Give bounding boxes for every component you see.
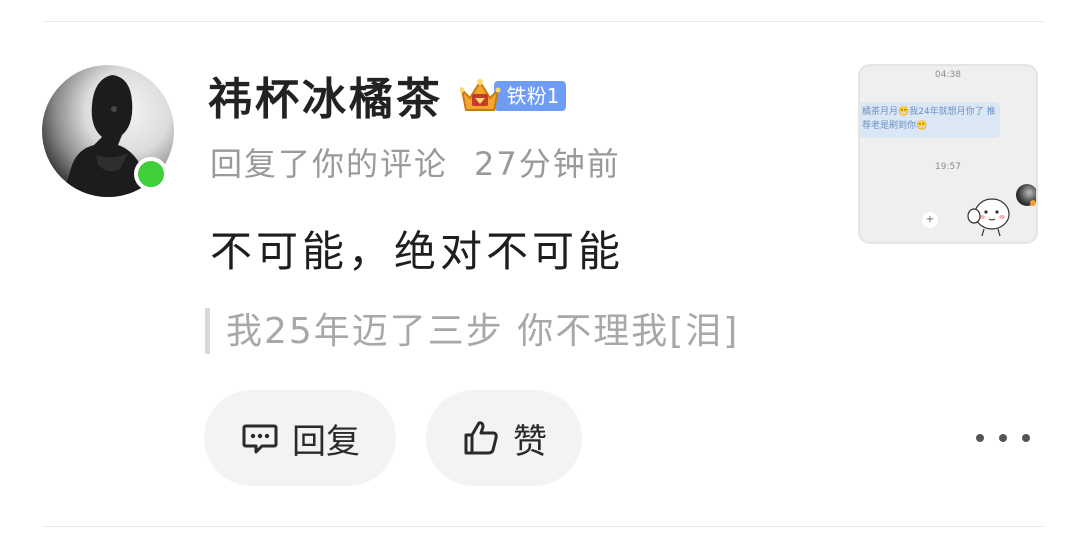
thumb-time-mid: 19:57 [935,162,961,172]
fan-badge-label: 铁粉1 [494,81,566,111]
comment-bubble-icon [242,424,278,454]
comment-action: 回复了你的评论 [210,145,449,183]
top-divider [42,21,1045,22]
more-options-button[interactable] [976,420,1030,456]
thumb-time-top: 04:38 [935,70,961,80]
reply-label: 回复 [292,421,360,462]
bottom-divider [42,526,1045,527]
comment-time: 27分钟前 [474,145,621,183]
attached-image-thumbnail[interactable]: 04:38 橘茶月月😬我24年就想月你了 推荐老是刷到你😬 19:57 + [858,64,1038,244]
like-label: 赞 [513,421,547,462]
like-button[interactable]: 赞 [426,390,582,486]
quote-bar [205,308,210,354]
thumb-message-bubble: 橘茶月月😬我24年就想月你了 推荐老是刷到你😬 [860,102,1000,138]
comment-text: 不可能，绝对不可能 [210,227,625,276]
thumb-add-icon: + [922,212,938,228]
thumbs-up-icon [464,421,498,455]
username[interactable]: 祎杯冰橘茶 [208,70,443,130]
quoted-comment[interactable]: 我25年迈了三步 你不理我[泪] [226,308,739,356]
online-status-dot [134,157,168,191]
fan-badge[interactable]: 铁粉1 [458,76,570,116]
thumb-avatar-badge [1030,200,1036,206]
crown-icon [459,79,501,111]
reply-button[interactable]: 回复 [204,390,396,486]
sticker-icon [967,198,1010,237]
comment-meta: 回复了你的评论 27分钟前 [210,142,621,186]
more-dots-icon [976,434,984,442]
